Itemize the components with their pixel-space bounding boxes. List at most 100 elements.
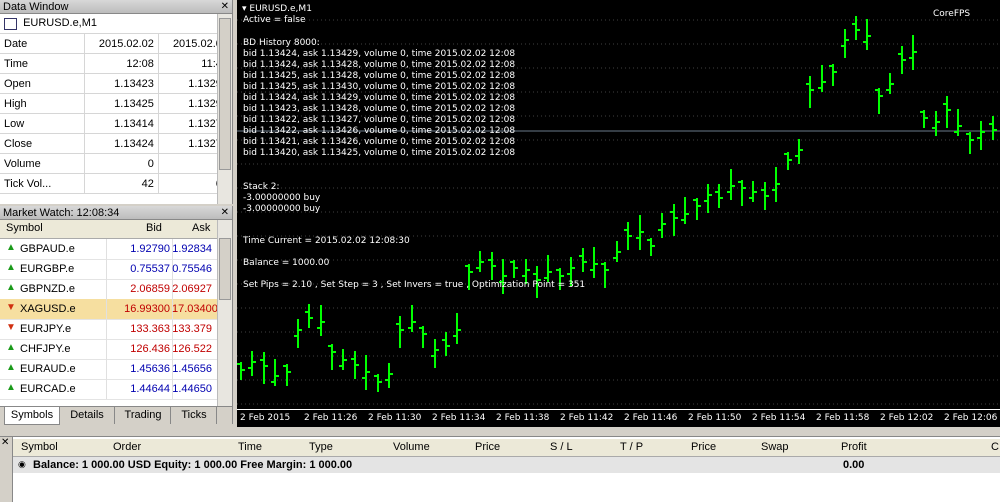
tab-symbols[interactable]: Symbols <box>4 407 60 425</box>
col-price[interactable]: Price <box>475 441 500 453</box>
history-line: bid 1.13422, ask 1.13427, volume 0, time… <box>243 115 516 125</box>
time-axis: 2 Feb 2015 2 Feb 11:26 2 Feb 11:30 2 Feb 11… <box>237 409 1000 427</box>
market-watch: Market Watch: 12:08:34 ✕ Symbol Bid Ask … <box>0 206 233 425</box>
data-window-titlebar[interactable]: Data Window ✕ <box>0 0 232 14</box>
history-line: bid 1.13425, ask 1.13428, volume 0, time… <box>243 71 516 81</box>
time-tick-label: 2 Feb 11:46 <box>624 413 678 423</box>
scrollbar-thumb[interactable] <box>219 18 231 170</box>
history-line: bid 1.13424, ask 1.13429, volume 0, time… <box>243 93 516 103</box>
symbol-name: EURCAD.e <box>20 383 76 395</box>
close-icon[interactable]: ✕ <box>221 206 229 220</box>
stack-line: -3.00000000 buy <box>243 193 321 203</box>
col-bid[interactable]: Bid <box>146 222 162 234</box>
col-symbol[interactable]: Symbol <box>6 222 43 234</box>
settings-line: Set Pips = 2.10 , Set Step = 3 , Set Inv… <box>243 280 586 290</box>
col-symbol[interactable]: Symbol <box>21 441 58 453</box>
dropdown-triangle-icon[interactable]: ▾ <box>242 4 247 14</box>
close-icon[interactable]: ✕ <box>1 437 9 448</box>
time-tick-label: 2 Feb 12:02 <box>880 413 934 423</box>
symbol-name: CHFJPY.e <box>20 343 71 355</box>
data-window-table: EURUSD.e,M1 Date 2015.02.02 2015.02.02 Tim… <box>0 14 232 194</box>
ask-value: 0.75546 <box>172 263 212 275</box>
history-line: bid 1.13422, ask 1.13426, volume 0, time… <box>243 126 516 136</box>
balance-row[interactable]: ◉ Balance: 1 000.00 USD Equity: 1 000.00… <box>13 457 1000 473</box>
market-watch-row[interactable]: ▲ EURAUD.e 1.45636 1.45656 <box>0 359 218 380</box>
symbol-name: EURJPY.e <box>20 323 72 335</box>
stack-header: Stack 2: <box>243 182 280 192</box>
market-watch-row[interactable]: ▼ XAGUSD.e 16.99300 17.03400 <box>0 299 218 320</box>
time-tick-label: 2 Feb 12:06 <box>944 413 998 423</box>
table-row: Open 1.13423 1.13291 <box>0 73 232 94</box>
terminal-header: Symbol Order Time Type Volume Price S / … <box>13 439 1000 457</box>
time-current: Time Current = 2015.02.02 12:08:30 <box>243 236 410 246</box>
ask-value: 1.45656 <box>172 363 212 375</box>
tab-trading[interactable]: Trading <box>116 407 171 424</box>
time-tick-label: 2 Feb 11:54 <box>752 413 806 423</box>
market-watch-header: Symbol Bid Ask <box>0 220 218 239</box>
scrollbar-thumb[interactable] <box>219 238 231 300</box>
price-chart[interactable]: ▾ EURUSD.e,M1 CoreFPS Active = false BD … <box>237 0 1000 427</box>
market-watch-scrollbar[interactable] <box>217 220 232 410</box>
table-row: Low 1.13414 1.13270 <box>0 113 232 134</box>
arrow-up-icon: ▲ <box>6 262 16 273</box>
chart-icon <box>4 17 17 30</box>
data-window-symbol: EURUSD.e,M1 <box>23 17 98 30</box>
col-profit[interactable]: Profit <box>841 441 867 453</box>
tab-details[interactable]: Details <box>60 407 115 424</box>
ask-value: 2.06927 <box>172 283 212 295</box>
tab-ticks[interactable]: Ticks <box>172 407 217 424</box>
history-line: bid 1.13424, ask 1.13428, volume 0, time… <box>243 60 516 70</box>
market-watch-row[interactable]: ▲ EURCAD.e 1.44644 1.44650 <box>0 379 218 400</box>
bid-value: 1.45636 <box>130 363 170 375</box>
balance-summary: Balance: 1 000.00 USD Equity: 1 000.00 F… <box>33 459 353 471</box>
symbol-name: EURGBP.e <box>20 263 75 275</box>
bid-value: 1.44644 <box>130 383 170 395</box>
close-icon[interactable]: ✕ <box>221 0 229 14</box>
col-time[interactable]: Time <box>238 441 262 453</box>
col-comment[interactable]: C <box>991 441 999 453</box>
bid-value: 133.363 <box>130 323 170 335</box>
market-watch-title: Market Watch: 12:08:34 <box>3 207 120 219</box>
data-window-scrollbar[interactable] <box>217 14 232 204</box>
market-watch-row[interactable]: ▲ CHFJPY.e 126.436 126.522 <box>0 339 218 360</box>
data-window-title: Data Window <box>3 1 69 13</box>
market-watch-row[interactable]: ▲ GBPAUD.e 1.92790 1.92834 <box>0 239 218 260</box>
time-tick-label: 2 Feb 11:30 <box>368 413 422 423</box>
terminal-side-handle[interactable]: ✕ <box>0 437 13 502</box>
bid-value: 1.92790 <box>130 243 170 255</box>
symbol-name: XAGUSD.e <box>20 303 76 315</box>
ask-value: 1.92834 <box>172 243 212 255</box>
col-price-current[interactable]: Price <box>691 441 716 453</box>
ask-value: 17.03400 <box>172 303 218 315</box>
bid-value: 0.75537 <box>130 263 170 275</box>
market-watch-row[interactable]: ▼ EURJPY.e 133.363 133.379 <box>0 319 218 340</box>
table-row: Date 2015.02.02 2015.02.02 <box>0 33 232 54</box>
time-tick-label: 2 Feb 11:38 <box>496 413 550 423</box>
symbol-name: GBPAUD.e <box>20 243 75 255</box>
market-watch-titlebar[interactable]: Market Watch: 12:08:34 ✕ <box>0 206 232 220</box>
time-tick-label: 2 Feb 11:26 <box>304 413 358 423</box>
col-volume[interactable]: Volume <box>393 441 430 453</box>
bid-value: 2.06859 <box>130 283 170 295</box>
balance-line: Balance = 1000.00 <box>243 258 330 268</box>
arrow-up-icon: ▲ <box>6 282 16 293</box>
balance-bullet-icon: ◉ <box>18 459 26 469</box>
col-tp[interactable]: T / P <box>620 441 643 453</box>
arrow-up-icon: ▲ <box>6 242 16 253</box>
col-swap[interactable]: Swap <box>761 441 789 453</box>
arrow-up-icon: ▲ <box>6 362 16 373</box>
market-watch-row[interactable]: ▲ GBPNZD.e 2.06859 2.06927 <box>0 279 218 300</box>
col-type[interactable]: Type <box>309 441 333 453</box>
market-watch-row[interactable]: ▲ EURGBP.e 0.75537 0.75546 <box>0 259 218 280</box>
bid-value: 126.436 <box>130 343 170 355</box>
col-order[interactable]: Order <box>113 441 141 453</box>
col-ask[interactable]: Ask <box>192 222 210 234</box>
time-tick-label: 2 Feb 11:34 <box>432 413 486 423</box>
col-sl[interactable]: S / L <box>550 441 573 453</box>
data-window: Data Window ✕ EURUSD.e,M1 Date 2015.02.02… <box>0 0 233 204</box>
table-row: Close 1.13424 1.13272 <box>0 133 232 154</box>
chart-title: EURUSD.e,M1 <box>249 4 312 14</box>
ask-value: 1.44650 <box>172 383 212 395</box>
terminal-panel: ✕ Symbol Order Time Type Volume Price S … <box>0 436 1000 502</box>
bid-value: 16.99300 <box>124 303 170 315</box>
